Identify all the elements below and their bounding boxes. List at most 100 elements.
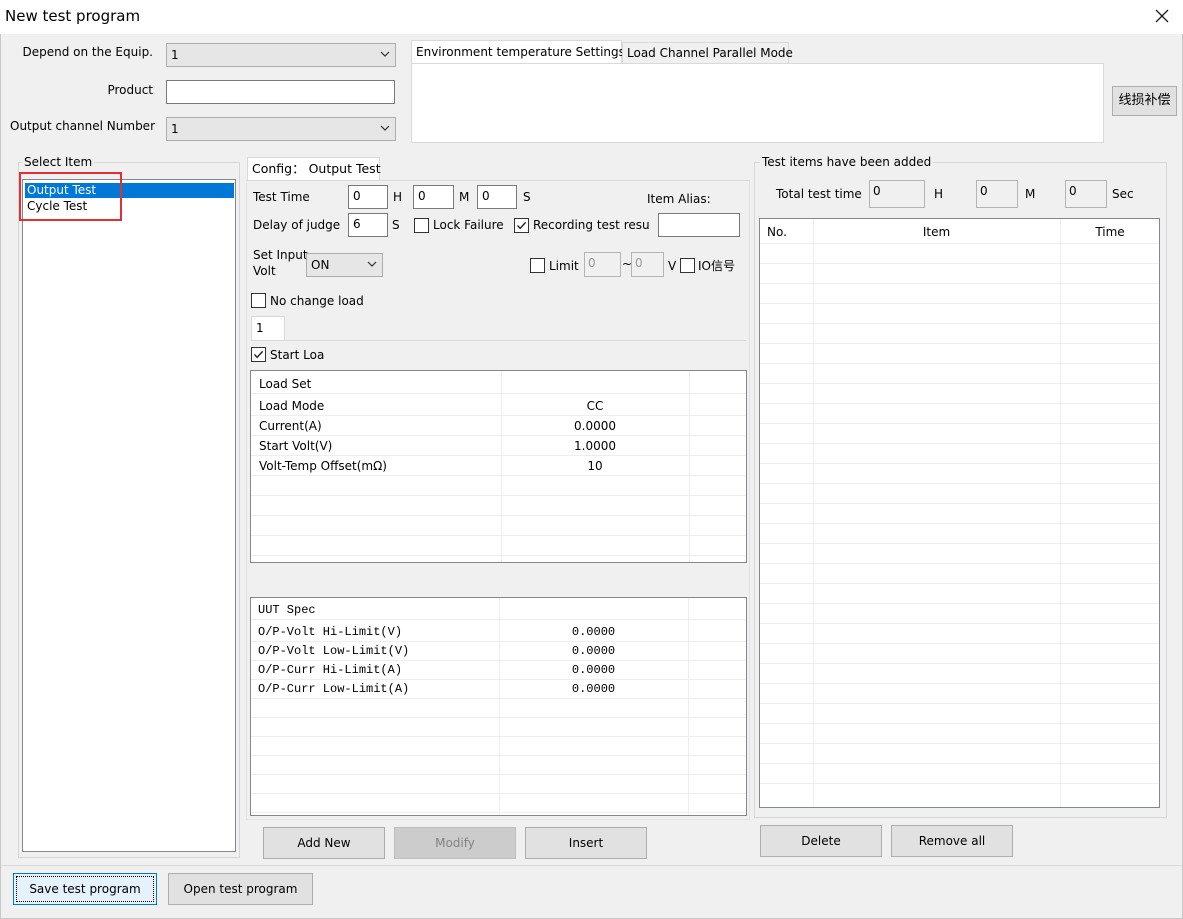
uut-spec-grid[interactable]: UUT Spec O/P-Volt Hi-Limit(V) 0.0000 O/P… (250, 597, 747, 816)
load-set-value[interactable]: 10 (501, 456, 689, 476)
item-alias-input[interactable] (658, 213, 740, 237)
table-row (760, 464, 1159, 484)
uut-spec-name: O/P-Volt Low-Limit(V) (258, 644, 410, 658)
table-row[interactable]: Start Volt(V) 1.0000 (251, 436, 746, 456)
delay-input[interactable]: 6 (348, 213, 388, 237)
table-row (251, 756, 746, 775)
tab-environment-temperature[interactable]: Environment temperature Settings (411, 40, 625, 64)
uut-spec-value[interactable]: 0.0000 (499, 642, 688, 661)
table-row (760, 564, 1159, 584)
table-row (760, 424, 1159, 444)
table-row[interactable]: Volt-Temp Offset(mΩ) 10 (251, 456, 746, 476)
added-items-table[interactable]: No. Item Time (759, 218, 1160, 808)
remove-all-button[interactable]: Remove all (891, 825, 1013, 857)
equip-select-value: 1 (171, 48, 179, 62)
uut-spec-name: O/P-Curr Low-Limit(A) (258, 682, 410, 696)
product-input[interactable] (166, 80, 395, 104)
table-row (760, 324, 1159, 344)
checkmark-icon (516, 221, 527, 230)
limit-unit: V (668, 259, 677, 273)
recording-label: Recording test resul (533, 218, 650, 232)
equip-label: Depend on the Equip. (22, 45, 154, 59)
table-row[interactable]: O/P-Curr Low-Limit(A) 0.0000 (251, 680, 746, 699)
add-new-button[interactable]: Add New (263, 827, 385, 859)
start-load-checkbox[interactable] (251, 347, 266, 362)
limit-high-input[interactable]: 0 (631, 252, 664, 277)
table-row (760, 484, 1159, 504)
load-set-name: Load Mode (259, 399, 325, 413)
io-signal-checkbox[interactable] (680, 258, 695, 273)
channel-select[interactable]: 1 (166, 117, 396, 141)
table-row (760, 444, 1159, 464)
table-row (760, 364, 1159, 384)
column-header-item[interactable]: Item (813, 219, 1060, 244)
recording-checkbox[interactable] (514, 218, 529, 233)
limit-checkbox[interactable] (530, 258, 545, 273)
table-row (760, 544, 1159, 564)
total-hours-field: 0 (869, 180, 925, 208)
added-items-caption: Test items have been added (760, 155, 934, 169)
uut-spec-value[interactable]: 0.0000 (499, 661, 688, 680)
set-input-volt-value: ON (311, 258, 330, 272)
open-test-program-button[interactable]: Open test program (168, 873, 313, 905)
load-set-header-row: Load Set (251, 374, 746, 394)
load-set-grid[interactable]: Load Set Load Mode CC Current(A) 0.0000 … (250, 370, 747, 563)
set-input-label-line1: Set Input (253, 248, 308, 262)
lock-failure-checkbox[interactable] (414, 218, 429, 233)
load-set-value[interactable]: 1.0000 (501, 436, 689, 456)
column-header-time[interactable]: Time (1060, 219, 1160, 244)
limit-low-input[interactable]: 0 (584, 252, 621, 277)
table-row (760, 344, 1159, 364)
total-seconds-unit: Sec (1112, 187, 1134, 201)
table-row (760, 624, 1159, 644)
uut-spec-value[interactable]: 0.0000 (499, 680, 688, 699)
modify-button[interactable]: Modify (394, 827, 516, 859)
load-set-name: Volt-Temp Offset(mΩ) (259, 459, 387, 473)
save-test-program-button[interactable]: Save test program (13, 873, 157, 905)
uut-spec-header-row: UUT Spec (251, 601, 746, 620)
table-row (251, 516, 746, 536)
checkmark-icon (253, 350, 264, 359)
table-row[interactable]: O/P-Volt Hi-Limit(V) 0.0000 (251, 623, 746, 642)
table-row (251, 737, 746, 756)
table-row[interactable]: Current(A) 0.0000 (251, 416, 746, 436)
delay-unit: S (392, 218, 400, 232)
test-time-minutes-input[interactable]: 0 (413, 185, 454, 209)
uut-spec-header: UUT Spec (258, 603, 316, 617)
table-row (760, 524, 1159, 544)
table-row[interactable]: O/P-Curr Hi-Limit(A) 0.0000 (251, 661, 746, 680)
tab-load-channel-parallel[interactable]: Load Channel Parallel Mode (622, 42, 793, 64)
start-load-label: Start Loa (270, 348, 325, 362)
table-row[interactable]: Load Mode CC (251, 396, 746, 416)
total-minutes-field: 0 (976, 180, 1018, 208)
no-change-load-checkbox[interactable] (251, 293, 266, 308)
lock-failure-label: Lock Failure (433, 218, 504, 232)
total-minutes-unit: M (1025, 187, 1036, 201)
test-time-hours-input[interactable]: 0 (348, 185, 388, 209)
set-input-label-line2: Volt (253, 264, 276, 278)
table-row (760, 644, 1159, 664)
close-icon (1155, 9, 1169, 23)
equip-select[interactable]: 1 (166, 43, 396, 67)
load-set-value[interactable]: 0.0000 (501, 416, 689, 436)
uut-spec-value[interactable]: 0.0000 (499, 623, 688, 642)
test-time-label: Test Time (253, 190, 310, 204)
test-time-seconds-input[interactable]: 0 (477, 185, 517, 209)
close-button[interactable] (1150, 4, 1174, 28)
load-set-value[interactable]: CC (501, 396, 689, 416)
select-item-caption: Select Item (22, 155, 95, 169)
tab-config-output-test[interactable]: Config： Output Test (247, 157, 381, 181)
channel-tab-divider (251, 340, 746, 341)
column-header-no[interactable]: No. (767, 219, 787, 244)
tab-channel-1[interactable]: 1 (251, 316, 285, 341)
insert-button[interactable]: Insert (525, 827, 647, 859)
select-item-list[interactable]: Output Test Cycle Test (22, 179, 236, 852)
channel-label: Output channel Number (10, 119, 156, 133)
table-row (760, 604, 1159, 624)
delete-button[interactable]: Delete (760, 825, 882, 857)
line-loss-compensation-button[interactable]: 线损补偿 (1112, 86, 1177, 116)
table-row (760, 664, 1159, 684)
table-row[interactable]: O/P-Volt Low-Limit(V) 0.0000 (251, 642, 746, 661)
channel-select-value: 1 (171, 122, 179, 136)
set-input-volt-select[interactable]: ON (306, 253, 383, 277)
